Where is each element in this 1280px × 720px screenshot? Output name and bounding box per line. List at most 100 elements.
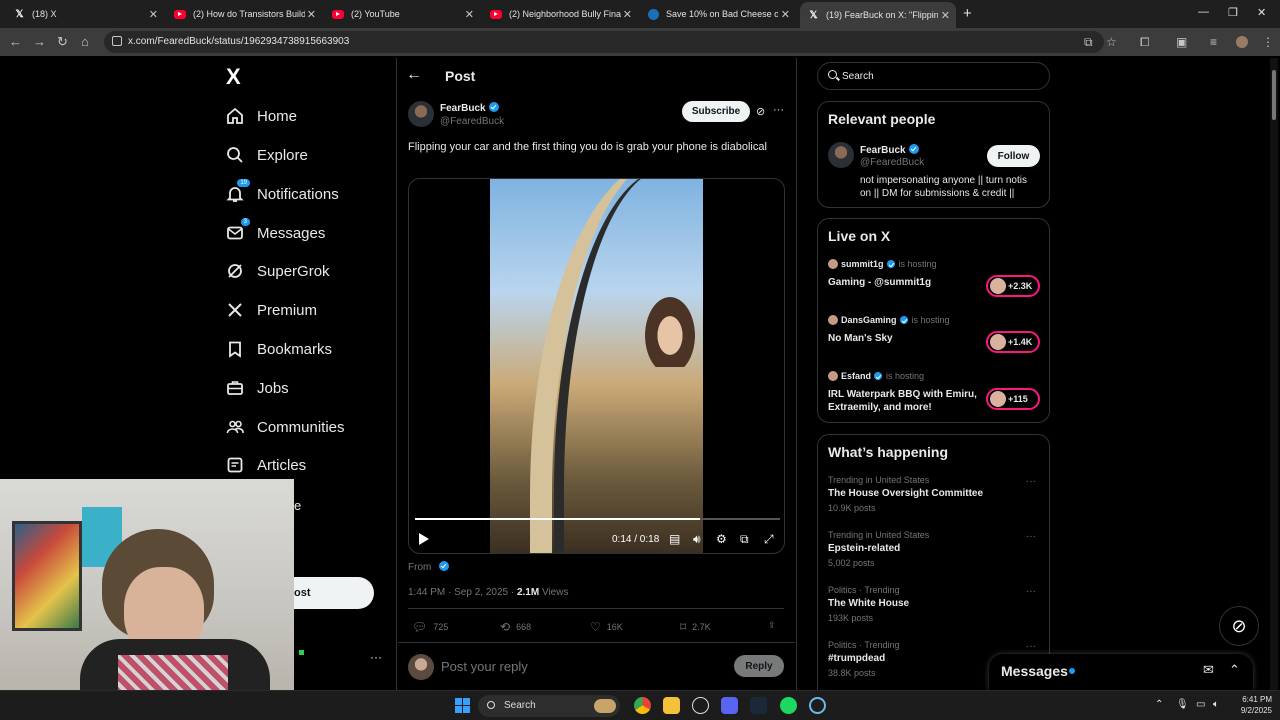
volume-icon[interactable]: 🔊︎ [693,532,701,547]
trend-name[interactable]: Epstein-related [828,543,900,554]
tray-chevron-icon[interactable]: ⌃ [1155,699,1163,710]
more-options-icon[interactable]: ··· [1026,476,1036,487]
taskbar-clock[interactable]: 6:41 PM 9/2/2025 [1232,694,1272,716]
live-title[interactable]: No Man's Sky [828,332,978,345]
nav-notifications[interactable]: 19 Notifications [226,179,339,208]
profile-avatar[interactable] [1236,36,1248,48]
nav-home[interactable]: Home [226,102,297,130]
nav-jobs[interactable]: Jobs [226,374,289,402]
grok-fab-icon[interactable]: ⊘ [1219,606,1259,646]
relevant-handle[interactable]: @FearedBuck [860,157,924,168]
grok-explain-icon[interactable]: ⊘ [756,105,765,118]
more-options-icon[interactable]: ··· [1026,641,1036,652]
captions-icon[interactable]: ▤ [669,532,680,546]
extensions-icon[interactable]: ⧠ [1140,35,1150,50]
subscribe-button[interactable]: Subscribe [682,101,750,122]
live-host[interactable]: DansGaming is hosting [828,315,950,325]
bookmark-action[interactable]: ⌑ 2.7K [680,620,711,634]
like-action[interactable]: ♡ 16K [590,620,623,634]
obs-app-icon[interactable] [692,697,709,714]
relevant-name[interactable]: FearBuck [860,144,919,156]
x-logo[interactable]: X [226,64,241,90]
microphone-icon[interactable]: 🎙︎ [1176,699,1189,710]
live-listeners[interactable]: +2.3K [986,275,1040,297]
repost-action[interactable]: ⟲ 668 [500,620,531,634]
spotify-app-icon[interactable] [780,697,797,714]
nav-articles[interactable]: Articles [226,451,306,479]
relevant-avatar[interactable] [828,142,854,168]
nav-bookmarks[interactable]: Bookmarks [226,335,332,363]
video-player[interactable]: 0:14 / 0:18 ▤ 🔊︎ ⚙ ⧉ ⤢ [408,178,785,554]
reply-action[interactable]: 💬︎ 725 [412,620,448,634]
author-handle[interactable]: @FearedBuck [440,116,504,127]
nav-messages[interactable]: 3 Messages [226,218,325,247]
install-app-icon[interactable]: ⧉ [1084,35,1093,50]
tab-transistors[interactable]: (2) How do Transistors Build into ✕ [166,3,322,25]
more-options-icon[interactable]: ··· [1026,531,1036,542]
expand-icon[interactable]: ⌃ [1229,662,1240,678]
close-icon[interactable]: ✕ [149,8,158,21]
more-options-icon[interactable]: ··· [1026,586,1036,597]
menu-kebab-icon[interactable]: ⋮ [1262,35,1274,49]
bookmark-star-icon[interactable]: ☆ [1106,35,1117,49]
tab-steam[interactable]: Save 10% on Bad Cheese on St ✕ [640,3,796,25]
speaker-icon[interactable]: 🔈︎ [1213,699,1219,710]
nav-explore[interactable]: Explore [226,141,308,169]
reload-icon[interactable]: ↻ [57,34,68,50]
pip-icon[interactable]: ⧉ [740,532,749,547]
live-host[interactable]: Esfand is hosting [828,371,924,381]
nav-communities[interactable]: Communities [226,413,345,441]
nav-premium[interactable]: Premium [226,296,317,324]
more-options-icon[interactable]: ··· [773,104,784,116]
close-icon[interactable]: ✕ [623,8,632,21]
app-icon[interactable] [809,697,826,714]
settings-gear-icon[interactable]: ⚙ [716,532,727,546]
trend-name[interactable]: #trumpdead [828,653,885,664]
restore-icon[interactable]: ❐ [1228,6,1238,19]
home-icon[interactable]: ⌂ [81,34,89,49]
share-icon[interactable]: ⇪ [768,620,776,631]
close-icon[interactable]: ✕ [941,9,950,22]
author-avatar[interactable] [408,101,434,127]
live-listeners[interactable]: +115 [986,388,1040,410]
post-button[interactable]: ost [294,577,374,609]
trend-name[interactable]: The House Oversight Committee [828,488,983,499]
back-arrow-icon[interactable]: ← [406,66,422,84]
window-close-icon[interactable]: ✕ [1257,6,1266,19]
live-title[interactable]: IRL Waterpark BBQ with Emiru, Extraemily… [828,388,978,414]
site-info-icon[interactable] [112,36,122,46]
scrollbar-thumb[interactable] [1272,70,1276,120]
live-listeners[interactable]: +1.4K [986,331,1040,353]
trend-name[interactable]: The White House [828,598,909,609]
post-timestamp[interactable]: 1:44 PM · Sep 2, 2025 · [408,587,517,598]
tab-neighborhood-bully[interactable]: (2) Neighborhood Bully Finally ✕ [482,3,638,25]
follow-button[interactable]: Follow [987,145,1040,167]
fullscreen-icon[interactable]: ⤢ [764,532,774,547]
minimize-icon[interactable]: — [1198,6,1209,18]
reply-button[interactable]: Reply [734,655,784,677]
page-scrollbar[interactable] [1270,58,1278,690]
windows-start-icon[interactable] [455,698,470,713]
live-host[interactable]: summit1g is hosting [828,259,937,269]
tab-active-post[interactable]: 𝕏 (19) FearBuck on X: "Flipping yo ✕ [800,2,956,28]
forward-icon[interactable]: → [33,34,46,49]
account-menu-icon[interactable]: ··· [370,650,382,664]
nav-more-partial[interactable]: e [294,498,301,513]
play-icon[interactable] [419,533,429,545]
discord-app-icon[interactable] [721,697,738,714]
taskbar-search[interactable]: Search [478,695,620,717]
video-progress-bar[interactable] [415,518,780,520]
search-input[interactable]: Search [817,62,1050,90]
close-icon[interactable]: ✕ [465,8,474,21]
author-name[interactable]: FearBuck [440,102,499,114]
messages-drawer[interactable]: Messages ✉ ⌃ [989,654,1253,690]
new-message-icon[interactable]: ✉ [1203,662,1214,678]
tab-x-home[interactable]: 𝕏 (18) X ✕ [6,3,164,25]
media-controls-icon[interactable]: ≡ [1210,35,1217,49]
sidepanel-icon[interactable]: ▣ [1176,35,1187,49]
reply-input[interactable]: Post your reply [441,659,528,674]
new-tab-plus-icon[interactable]: + [963,5,972,22]
tab-youtube[interactable]: (2) YouTube ✕ [324,3,480,25]
network-icon[interactable]: ▭ [1196,699,1205,710]
close-icon[interactable]: ✕ [781,8,790,21]
